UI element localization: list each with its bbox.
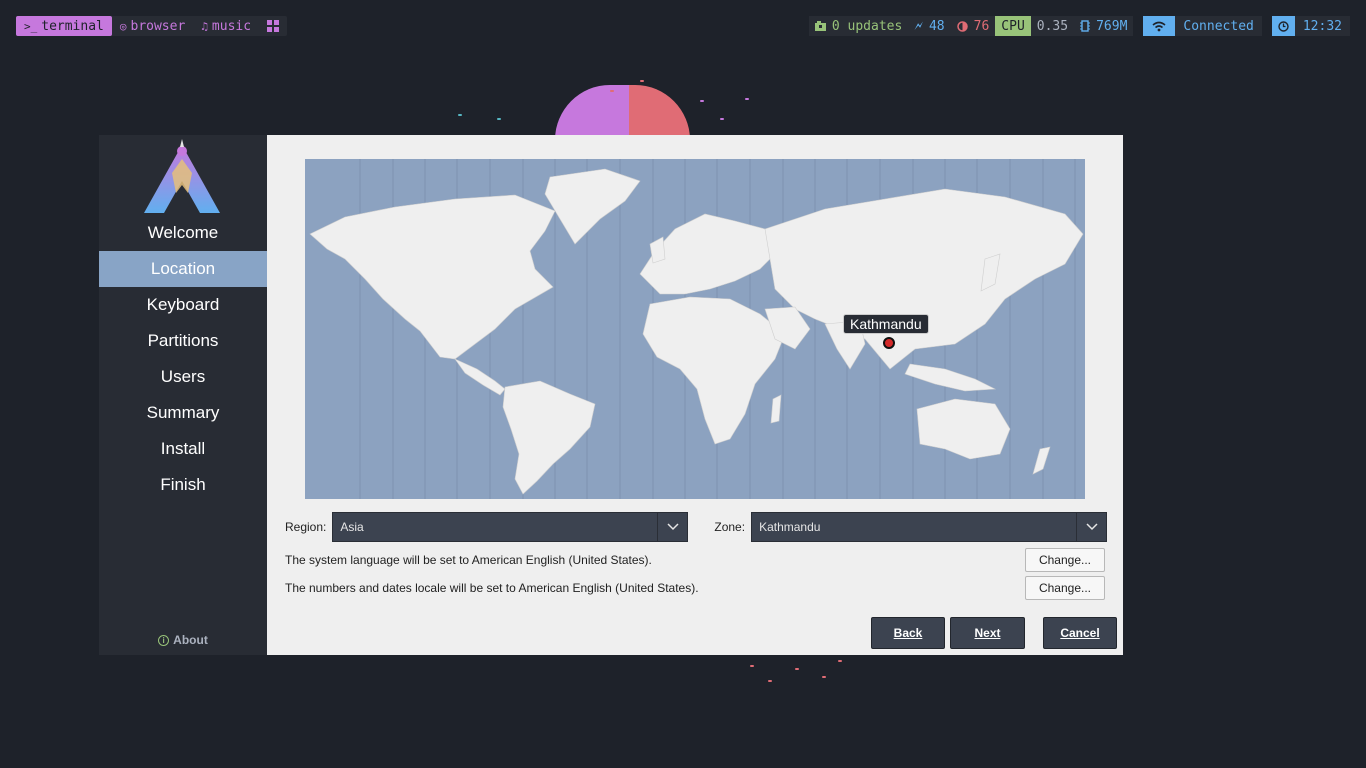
wallpaper-speck bbox=[720, 118, 724, 120]
plug-icon: 🗲 bbox=[914, 18, 923, 34]
memory-module: 769M bbox=[1074, 16, 1133, 36]
about-label: About bbox=[173, 633, 208, 647]
step-location: Location bbox=[99, 251, 267, 287]
step-partitions: Partitions bbox=[147, 331, 219, 350]
installer-sidebar: Welcome Location Keyboard Partitions Use… bbox=[99, 135, 267, 655]
selected-city-label: Kathmandu bbox=[843, 314, 929, 334]
clock-icon bbox=[1271, 16, 1295, 36]
back-label: Back bbox=[893, 626, 923, 640]
wallpaper-speck bbox=[838, 660, 842, 662]
change-language-button[interactable]: Change... bbox=[1025, 548, 1105, 572]
region-label: Region: bbox=[285, 520, 327, 534]
workspace-grid[interactable] bbox=[259, 16, 287, 36]
cpu-label: CPU bbox=[995, 16, 1031, 36]
zone-label: Zone: bbox=[714, 520, 746, 534]
cancel-label: Cancel bbox=[1060, 626, 1100, 640]
next-label: Next bbox=[974, 626, 1001, 640]
location-page: Kathmandu Region: Asia Zone: Kathmandu T… bbox=[267, 135, 1123, 655]
clock-text: 12:32 bbox=[1302, 18, 1342, 34]
wallpaper-speck bbox=[745, 98, 749, 100]
wallpaper-speck bbox=[750, 665, 754, 667]
clock-module[interactable]: 12:32 bbox=[1271, 16, 1350, 36]
updates-text: 0 updates bbox=[831, 18, 903, 34]
wallpaper-speck bbox=[700, 100, 704, 102]
status-bar: 0 updates 🗲 48 76 CPU 0.35 769M Connecte… bbox=[808, 16, 1350, 36]
wallpaper-speck bbox=[458, 114, 462, 116]
brightness-value: 76 bbox=[973, 18, 990, 34]
wallpaper-speck bbox=[497, 118, 501, 120]
battery-value: 48 bbox=[928, 18, 945, 34]
memory-value: 769M bbox=[1096, 18, 1128, 34]
installer-window: Welcome Location Keyboard Partitions Use… bbox=[99, 135, 1123, 655]
cancel-button[interactable]: Cancel bbox=[1043, 617, 1117, 649]
step-welcome: Welcome bbox=[147, 223, 219, 242]
battery-module: 🗲 48 bbox=[908, 16, 950, 36]
wallpaper-speck bbox=[610, 90, 614, 92]
updates-module[interactable]: 0 updates bbox=[809, 16, 908, 36]
next-button[interactable]: Next bbox=[950, 617, 1025, 649]
region-value: Asia bbox=[340, 520, 364, 534]
wallpaper-speck bbox=[795, 668, 799, 670]
cpu-value: 0.35 bbox=[1036, 18, 1069, 34]
zone-value: Kathmandu bbox=[759, 520, 821, 534]
back-button[interactable]: Back bbox=[871, 617, 945, 649]
workspace-browser[interactable]: ◎ browser bbox=[112, 16, 193, 36]
wifi-icon bbox=[1143, 16, 1176, 36]
music-icon: ♫ bbox=[201, 19, 208, 33]
wallpaper-speck bbox=[822, 676, 826, 678]
memory-icon bbox=[1080, 20, 1091, 32]
workspace-label: music bbox=[211, 18, 252, 34]
locale-info: The numbers and dates locale will be set… bbox=[285, 581, 699, 595]
about-button[interactable]: i About bbox=[99, 633, 267, 647]
brightness-icon bbox=[956, 20, 968, 32]
workspace-terminal[interactable]: >_ terminal bbox=[16, 16, 112, 36]
installer-steps: Welcome Location Keyboard Partitions Use… bbox=[99, 215, 267, 503]
step-install: Install bbox=[160, 439, 206, 458]
region-zone-row: Region: Asia Zone: Kathmandu bbox=[285, 512, 1108, 542]
workspace-label: browser bbox=[130, 18, 186, 34]
change-locale-button[interactable]: Change... bbox=[1025, 576, 1105, 600]
chevron-down-icon bbox=[657, 513, 687, 541]
status-group-system: 0 updates 🗲 48 76 CPU 0.35 769M bbox=[808, 16, 1134, 36]
step-keyboard: Keyboard bbox=[146, 295, 220, 314]
wifi-status: Connected bbox=[1183, 18, 1254, 34]
package-icon bbox=[814, 21, 826, 31]
brightness-module[interactable]: 76 bbox=[951, 16, 996, 36]
terminal-icon: >_ bbox=[24, 19, 38, 33]
wallpaper-speck bbox=[768, 680, 772, 682]
workspace-label: terminal bbox=[41, 18, 104, 34]
world-map-graphic bbox=[309, 159, 1084, 499]
info-icon: i bbox=[158, 635, 170, 647]
workspace-bar: >_ terminal ◎ browser ♫ music bbox=[16, 16, 288, 36]
step-finish: Finish bbox=[160, 475, 206, 494]
step-users: Users bbox=[160, 367, 206, 386]
region-select[interactable]: Asia bbox=[332, 512, 689, 542]
timezone-map[interactable]: Kathmandu bbox=[305, 159, 1085, 499]
wallpaper-speck bbox=[640, 80, 644, 82]
location-pin-icon[interactable] bbox=[883, 337, 895, 349]
wallpaper-planet bbox=[555, 85, 690, 140]
network-module[interactable]: Connected bbox=[1143, 16, 1262, 36]
chevron-down-icon bbox=[1076, 513, 1106, 541]
distro-logo bbox=[144, 139, 220, 213]
browser-icon: ◎ bbox=[119, 19, 127, 33]
workspace-music[interactable]: ♫ music bbox=[193, 16, 259, 36]
grid-icon bbox=[267, 20, 280, 32]
step-summary: Summary bbox=[146, 403, 220, 422]
language-info: The system language will be set to Ameri… bbox=[285, 553, 652, 567]
zone-select[interactable]: Kathmandu bbox=[751, 512, 1108, 542]
